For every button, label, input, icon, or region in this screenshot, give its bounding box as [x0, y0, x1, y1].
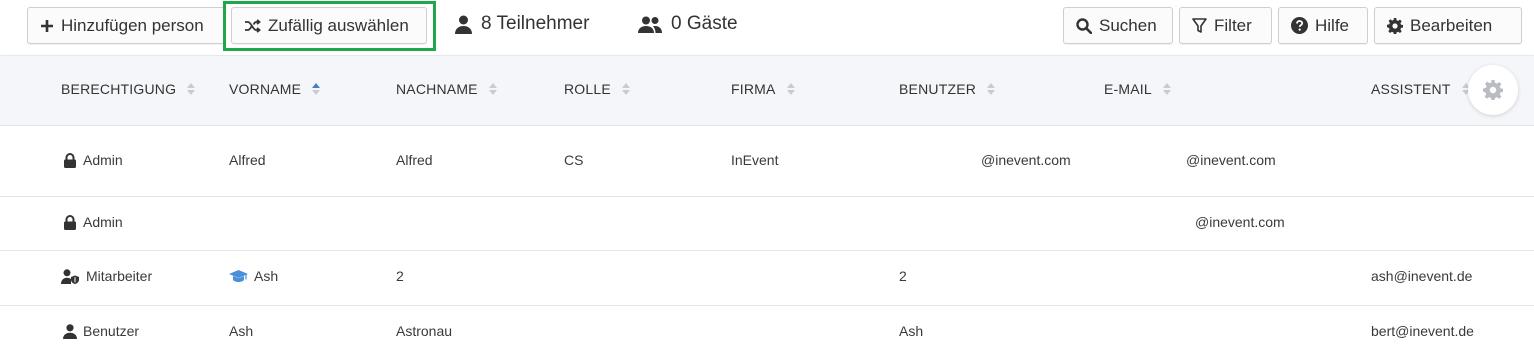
guests-label: 0 Gäste	[671, 13, 738, 34]
permission-cell: Benutzer	[63, 323, 139, 339]
user-shield-icon	[61, 268, 80, 284]
company-cell: InEvent	[731, 152, 779, 168]
guests-count: 0 Gäste	[638, 13, 738, 35]
lock-icon	[63, 152, 77, 168]
column-header-company[interactable]: FIRMA	[731, 81, 795, 97]
participants-count: 8 Teilnehmer	[455, 13, 589, 35]
first-name-cell: Ash	[229, 268, 278, 284]
search-label: Suchen	[1099, 15, 1157, 35]
role-cell: CS	[564, 152, 584, 168]
toolbar: Hinzufügen person Zufällig auswählen 8 T…	[0, 0, 1534, 55]
add-person-label: Hinzufügen person	[61, 15, 204, 35]
column-header-role[interactable]: ROLLE	[564, 81, 630, 97]
sort-icon	[1162, 83, 1171, 95]
sort-icon	[786, 83, 795, 95]
table-row[interactable]: Benutzer Ash Astronau Ash bert@inevent.d…	[0, 306, 1534, 363]
column-header-last-name[interactable]: NACHNAME	[396, 81, 497, 97]
search-button[interactable]: Suchen	[1063, 7, 1173, 44]
table-row[interactable]: Admin Alfred Alfred CS InEvent @inevent.…	[0, 126, 1534, 197]
column-header-first-name[interactable]: VORNAME	[229, 81, 321, 97]
lock-icon	[63, 214, 77, 230]
graduation-cap-icon	[229, 269, 248, 283]
first-name-cell: Ash	[229, 323, 254, 339]
edit-label: Bearbeiten	[1410, 15, 1493, 35]
user-cell: Ash	[899, 323, 924, 339]
filter-icon	[1192, 17, 1207, 34]
users-icon	[638, 16, 662, 33]
permission-cell: Mitarbeiter	[61, 268, 152, 284]
permission-cell: Admin	[63, 152, 123, 168]
question-circle-icon	[1291, 17, 1308, 34]
first-name-cell: Alfred	[229, 152, 266, 168]
column-header-user[interactable]: BENUTZER	[899, 81, 996, 97]
gear-icon	[1483, 80, 1503, 100]
last-name-cell: 2	[396, 268, 404, 284]
filter-label: Filter	[1214, 15, 1252, 35]
edit-button[interactable]: Bearbeiten	[1374, 7, 1522, 44]
email-cell: @inevent.com	[1186, 152, 1276, 168]
add-person-button[interactable]: Hinzufügen person	[27, 7, 225, 44]
last-name-cell: Astronau	[396, 323, 453, 339]
sort-icon	[987, 83, 996, 95]
sort-ascending-icon	[312, 83, 321, 95]
gear-icon	[1387, 17, 1403, 34]
column-settings-button[interactable]	[1468, 65, 1518, 115]
table-row[interactable]: Admin @inevent.com	[0, 197, 1534, 251]
permission-cell: Admin	[63, 214, 123, 230]
sort-icon	[488, 83, 497, 95]
user-cell: 2	[899, 268, 907, 284]
column-header-assistant[interactable]: ASSISTENT	[1371, 81, 1470, 97]
table-row[interactable]: Mitarbeiter Ash 2 2 ash@inevent.de	[0, 251, 1534, 306]
user-icon	[455, 15, 472, 34]
column-header-email[interactable]: E-MAIL	[1104, 81, 1171, 97]
assistant-cell: bert@inevent.de	[1371, 323, 1474, 339]
participants-label: 8 Teilnehmer	[481, 13, 590, 34]
assistant-cell: ash@inevent.de	[1371, 268, 1473, 284]
table-header: BERECHTIGUNG VORNAME NACHNAME ROLLE FIRM…	[0, 55, 1534, 126]
user-icon	[63, 323, 77, 339]
user-cell: @inevent.com	[981, 152, 1071, 168]
help-button[interactable]: Hilfe	[1278, 7, 1368, 44]
sort-icon	[187, 83, 196, 95]
email-cell: @inevent.com	[1195, 214, 1285, 230]
help-label: Hilfe	[1315, 15, 1350, 35]
sort-icon	[621, 83, 630, 95]
column-header-permission[interactable]: BERECHTIGUNG	[61, 81, 196, 97]
filter-button[interactable]: Filter	[1179, 7, 1272, 44]
search-icon	[1076, 17, 1092, 34]
plus-icon	[40, 19, 54, 33]
last-name-cell: Alfred	[396, 152, 433, 168]
highlight-box	[223, 1, 436, 51]
